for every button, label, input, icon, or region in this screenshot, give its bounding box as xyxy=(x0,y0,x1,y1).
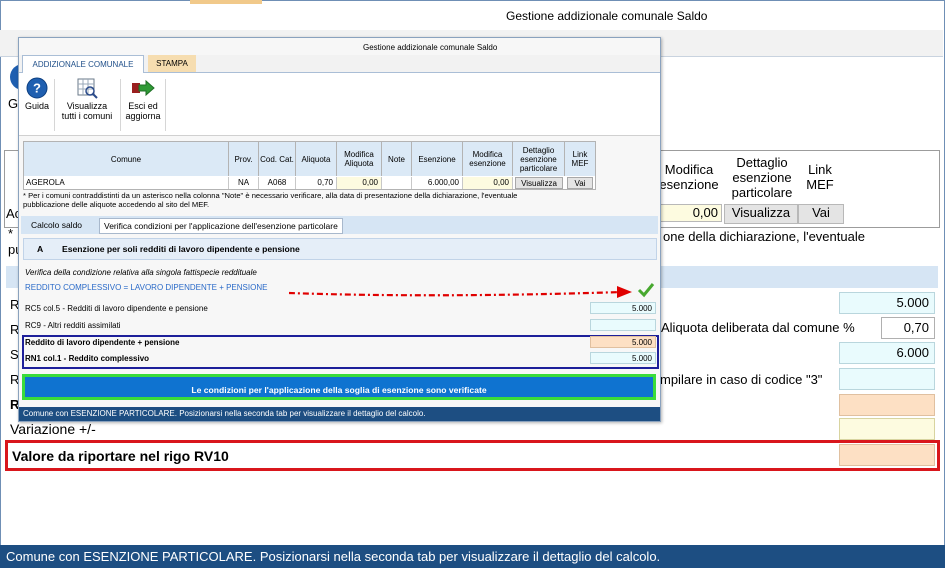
bg-header-dettaglio: Dettaglio esenzione particolare xyxy=(724,152,800,202)
ribbon-separator xyxy=(120,79,121,131)
table-search-icon xyxy=(77,78,98,99)
dialog-window: Gestione addizionale comunale Saldo ADDI… xyxy=(18,37,661,422)
esci-aggiorna-button[interactable]: Esci ed aggiorna xyxy=(123,77,163,121)
verifica-text: Verifica della condizione relativa alla … xyxy=(25,268,257,277)
ribbon-separator xyxy=(165,79,166,131)
comuni-grid: Comune Prov. Cod. Cat. Aliquota Modifica… xyxy=(23,141,596,190)
guida-label: Guida xyxy=(24,101,50,111)
esci-label-1: Esci ed xyxy=(128,101,158,111)
svg-text:?: ? xyxy=(33,81,41,96)
col-comune[interactable]: Comune xyxy=(24,142,229,176)
tab-calcolo-saldo[interactable]: Calcolo saldo xyxy=(27,218,86,232)
rn1-field[interactable]: 5.000 xyxy=(590,352,656,364)
cell-aliquota: 0,70 xyxy=(296,177,337,189)
col-note[interactable]: Note xyxy=(382,142,412,176)
dialog-ribbon: ? Guida Visualizza tutti i comuni Esci e… xyxy=(19,73,660,136)
reddito-lavoro-label: Reddito di lavoro dipendente + pensione xyxy=(25,338,180,347)
visualizza-label-2: tutti i comuni xyxy=(61,111,113,121)
section-letter: A xyxy=(37,244,44,254)
cell-note xyxy=(382,177,412,189)
col-esenzione[interactable]: Esenzione xyxy=(412,142,463,176)
background-window-title: Gestione addizionale comunale Saldo xyxy=(506,9,708,23)
rc9-label: RC9 - Altri redditi assimilati xyxy=(25,321,121,330)
rc9-field[interactable] xyxy=(590,319,656,331)
visualizza-label-1: Visualizza xyxy=(66,101,108,111)
dialog-title: Gestione addizionale comunale Saldo xyxy=(363,43,498,52)
bg-field-1[interactable]: 5.000 xyxy=(839,292,935,314)
dialog-ribbon-tabs: ADDIZIONALE COMUNALE STAMPA xyxy=(19,55,660,73)
bg-vai-button[interactable]: Vai xyxy=(798,204,844,224)
bg-aliquota-label: Aliquota deliberata dal comune % xyxy=(661,320,855,335)
red-dashed-arrow-icon xyxy=(288,283,655,298)
rn1-label: RN1 col.1 - Reddito complessivo xyxy=(25,354,150,363)
tab-stampa[interactable]: STAMPA xyxy=(148,55,196,72)
ribbon-separator xyxy=(54,79,55,131)
background-tab-accent xyxy=(190,0,262,4)
tab-addizionale-comunale[interactable]: ADDIZIONALE COMUNALE xyxy=(22,55,144,73)
cell-cod-cat: A068 xyxy=(259,177,296,189)
note-line-2: pubblicazione delle aliquote accedendo a… xyxy=(23,200,210,209)
cell-modifica-aliquota[interactable]: 0,00 xyxy=(337,177,382,189)
bg-note-fragment: one della dichiarazione, l'eventuale xyxy=(663,229,865,244)
background-status-bar: Comune con ESENZIONE PARTICOLARE. Posizi… xyxy=(0,545,945,568)
bg-valore-label: Valore da riportare nel rigo RV10 xyxy=(12,448,229,464)
esci-label-2: aggiorna xyxy=(125,111,161,121)
col-modifica-esenzione[interactable]: Modifica esenzione xyxy=(463,142,513,176)
col-modifica-aliquota[interactable]: Modifica Aliquota xyxy=(337,142,382,176)
help-icon: ? xyxy=(26,77,48,99)
bg-field-4[interactable] xyxy=(839,368,935,390)
cell-modifica-esenzione[interactable]: 0,00 xyxy=(463,177,513,189)
bg-header-modifica-esenzione: Modifica esenzione xyxy=(656,152,722,202)
vai-button[interactable]: Vai xyxy=(567,177,593,189)
reddito-lavoro-field[interactable]: 5.000 xyxy=(590,336,656,348)
exit-arrow-icon xyxy=(132,79,155,97)
cell-comune[interactable]: AGEROLA xyxy=(24,177,229,189)
bg-header-link-mef: Link MEF xyxy=(800,152,840,202)
formula-text: REDDITO COMPLESSIVO = LAVORO DIPENDENTE … xyxy=(25,283,268,292)
rc5-label: RC5 col.5 - Redditi di lavoro dipendente… xyxy=(25,304,208,313)
col-aliquota[interactable]: Aliquota xyxy=(296,142,337,176)
bg-valore-field[interactable] xyxy=(839,444,935,466)
bg-aliquota-field[interactable]: 0,70 xyxy=(881,317,935,339)
section-a-header: A Esenzione per soli redditi di lavoro d… xyxy=(23,238,657,260)
bg-variazione-field[interactable] xyxy=(839,418,935,440)
bg-variazione-label: Variazione +/- xyxy=(10,421,96,437)
result-banner: Le condizioni per l'applicazione della s… xyxy=(22,374,656,400)
dialog-status-bar: Comune con ESENZIONE PARTICOLARE. Posizi… xyxy=(19,407,660,421)
col-cod-cat[interactable]: Cod. Cat. xyxy=(259,142,296,176)
cell-esenzione: 6.000,00 xyxy=(412,177,463,189)
bg-cell-modifica-esenzione[interactable]: 0,00 xyxy=(656,204,722,222)
bg-field-5[interactable] xyxy=(839,394,935,416)
bg-visualizza-button[interactable]: Visualizza xyxy=(724,204,798,224)
note-line-1: * Per i comuni contraddistinti da un ast… xyxy=(23,191,518,200)
cell-prov: NA xyxy=(229,177,259,189)
tab-verifica-condizioni[interactable]: Verifica condizioni per l'applicazione d… xyxy=(99,218,343,234)
col-link-mef[interactable]: Link MEF xyxy=(565,142,595,176)
rc5-field[interactable]: 5.000 xyxy=(590,302,656,314)
col-dettaglio[interactable]: Dettaglio esenzione particolare xyxy=(513,142,565,176)
bg-field-3[interactable]: 6.000 xyxy=(839,342,935,364)
note-text: * Per i comuni contraddistinti da un ast… xyxy=(23,191,623,209)
col-prov[interactable]: Prov. xyxy=(229,142,259,176)
visualizza-tutti-button[interactable]: Visualizza tutti i comuni xyxy=(57,77,117,121)
dialog-title-bar: Gestione addizionale comunale Saldo xyxy=(19,38,660,56)
guida-button[interactable]: ? Guida xyxy=(22,77,52,111)
bg-codice3-label: mpilare in caso di codice "3" xyxy=(660,372,823,387)
bg-fragment-1: * xyxy=(8,226,14,241)
sub-tabs: Calcolo saldo Verifica condizioni per l'… xyxy=(21,216,658,234)
section-title: Esenzione per soli redditi di lavoro dip… xyxy=(62,244,300,254)
visualizza-button[interactable]: Visualizza xyxy=(515,177,563,189)
